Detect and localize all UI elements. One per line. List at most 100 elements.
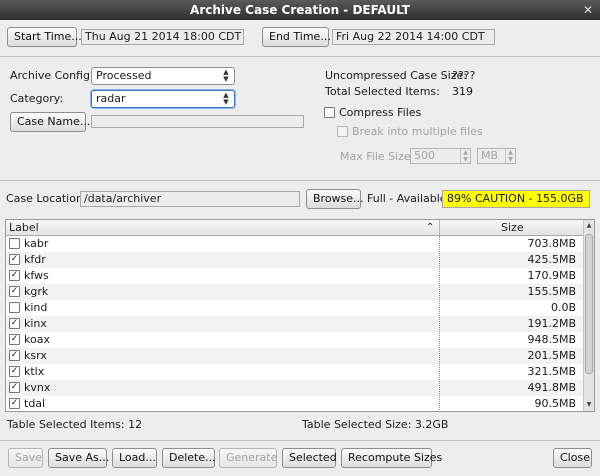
row-checkbox[interactable]: ✓ — [9, 270, 20, 281]
total-selected-value: 319 — [452, 85, 473, 98]
table-row[interactable]: kind 0.0B — [6, 300, 584, 316]
row-size: 90.5MB — [534, 397, 576, 410]
save-button[interactable]: Save — [8, 448, 43, 468]
row-label: kgrk — [24, 285, 49, 298]
break-files-label: Break into multiple files — [352, 125, 483, 138]
category-label: Category: — [10, 92, 64, 105]
close-button[interactable]: Close — [553, 448, 592, 468]
load-button[interactable]: Load... — [112, 448, 157, 468]
separator-top — [0, 56, 600, 57]
row-checkbox[interactable]: ✓ — [9, 286, 20, 297]
table-row[interactable]: ✓ kgrk 155.5MB — [6, 284, 584, 300]
archive-case-window: Archive Case Creation - DEFAULT ✕ Start … — [0, 0, 600, 476]
row-size: 321.5MB — [527, 365, 576, 378]
row-label: kinx — [24, 317, 47, 330]
case-name-button[interactable]: Case Name... — [10, 112, 90, 132]
header-divider — [439, 220, 440, 235]
compress-files-checkbox[interactable] — [324, 107, 335, 118]
row-checkbox[interactable]: ✓ — [9, 334, 20, 345]
save-as-button[interactable]: Save As... — [48, 448, 109, 468]
title-bar: Archive Case Creation - DEFAULT ✕ — [0, 0, 600, 20]
full-available-label: Full - Available: — [367, 192, 451, 205]
recompute-sizes-button[interactable]: Recompute Sizes — [341, 448, 442, 468]
table-row[interactable]: ✓ kvnx 491.8MB — [6, 380, 584, 396]
column-header-size[interactable]: Size — [501, 220, 524, 235]
column-header-label[interactable]: Label — [9, 220, 39, 235]
row-label: kvnx — [24, 381, 51, 394]
row-size: 191.2MB — [527, 317, 576, 330]
row-label: koax — [24, 333, 50, 346]
row-checkbox[interactable] — [9, 302, 20, 313]
category-select[interactable]: radar ▲ ▼ — [91, 90, 235, 108]
max-file-size-spinner[interactable]: 500 ▲ ▼ — [410, 148, 471, 164]
row-label: kind — [24, 301, 48, 314]
row-checkbox[interactable] — [9, 238, 20, 249]
compress-files-label: Compress Files — [339, 106, 422, 119]
scroll-down-icon[interactable]: ▼ — [584, 399, 594, 411]
case-location-label: Case Location: — [6, 192, 87, 205]
total-selected-label: Total Selected Items: — [325, 85, 440, 98]
row-checkbox[interactable]: ✓ — [9, 254, 20, 265]
archive-config-label: Archive Config: — [10, 69, 94, 82]
max-file-size-unit: MB — [481, 149, 499, 162]
start-time-field: Thu Aug 21 2014 18:00 CDT — [81, 29, 244, 45]
column-divider — [439, 236, 440, 411]
table-row[interactable]: kabr 703.8MB — [6, 236, 584, 252]
max-file-size-unit-select[interactable]: MB ▲ ▼ — [477, 148, 516, 164]
table-row[interactable]: ✓ tdal 90.5MB — [6, 396, 584, 411]
row-size: 703.8MB — [527, 237, 576, 250]
scrollbar-thumb[interactable] — [585, 234, 593, 374]
max-file-size-value: 500 — [414, 149, 435, 162]
row-checkbox[interactable]: ✓ — [9, 382, 20, 393]
case-name-field[interactable] — [91, 115, 304, 128]
generate-button[interactable]: Generate — [219, 448, 277, 468]
updown-arrows-icon: ▲ ▼ — [505, 149, 515, 163]
window-title: Archive Case Creation - DEFAULT — [190, 3, 410, 17]
table-row[interactable]: ✓ ksrx 201.5MB — [6, 348, 584, 364]
row-checkbox[interactable]: ✓ — [9, 350, 20, 361]
table-row[interactable]: ✓ koax 948.5MB — [6, 332, 584, 348]
end-time-button[interactable]: End Time... — [262, 27, 331, 47]
spinner-arrows-icon: ▲ ▼ — [460, 149, 470, 163]
disk-caution-badge: 89% CAUTION - 155.0GB — [442, 190, 590, 208]
uncompressed-size-label: Uncompressed Case Size: — [325, 69, 467, 82]
browse-button[interactable]: Browse... — [306, 189, 364, 209]
start-time-button[interactable]: Start Time... — [7, 27, 82, 47]
category-value: radar — [96, 92, 126, 105]
row-label: kfws — [24, 269, 49, 282]
close-window-icon[interactable]: ✕ — [580, 2, 596, 18]
end-time-field: Fri Aug 22 2014 14:00 CDT — [332, 29, 495, 45]
updown-arrows-icon: ▲ ▼ — [223, 68, 229, 83]
archive-config-select[interactable]: Processed ▲ ▼ — [91, 67, 235, 85]
delete-button[interactable]: Delete... — [162, 448, 216, 468]
row-size: 155.5MB — [527, 285, 576, 298]
row-label: ksrx — [24, 349, 47, 362]
row-size: 201.5MB — [527, 349, 576, 362]
row-label: tdal — [24, 397, 46, 410]
row-checkbox[interactable]: ✓ — [9, 398, 20, 409]
table-row[interactable]: ✓ kfdr 425.5MB — [6, 252, 584, 268]
table-selected-size: Table Selected Size: 3.2GB — [302, 418, 449, 431]
table-row[interactable]: ✓ ktlx 321.5MB — [6, 364, 584, 380]
row-label: kabr — [24, 237, 49, 250]
selected-button[interactable]: Selected — [282, 448, 337, 468]
case-location-field: /data/archiver — [80, 191, 300, 207]
row-label: kfdr — [24, 253, 46, 266]
table-row[interactable]: ✓ kfws 170.9MB — [6, 268, 584, 284]
row-size: 948.5MB — [527, 333, 576, 346]
scroll-up-icon[interactable]: ▲ — [584, 220, 594, 232]
updown-arrows-icon: ▲ ▼ — [223, 91, 229, 106]
row-size: 491.8MB — [527, 381, 576, 394]
table-scrollbar[interactable]: ▲ ▼ — [583, 220, 594, 411]
break-files-checkbox[interactable] — [337, 126, 348, 137]
row-checkbox[interactable]: ✓ — [9, 318, 20, 329]
table-row[interactable]: ✓ kinx 191.2MB — [6, 316, 584, 332]
max-file-size-label: Max File Size: — [340, 150, 415, 163]
table-selected-items: Table Selected Items: 12 — [7, 418, 143, 431]
row-size: 0.0B — [550, 301, 576, 314]
row-label: ktlx — [24, 365, 45, 378]
row-checkbox[interactable]: ✓ — [9, 366, 20, 377]
uncompressed-size-value: ???? — [452, 69, 476, 82]
table-header: Label ⌃ Size — [6, 220, 584, 236]
row-size: 170.9MB — [527, 269, 576, 282]
